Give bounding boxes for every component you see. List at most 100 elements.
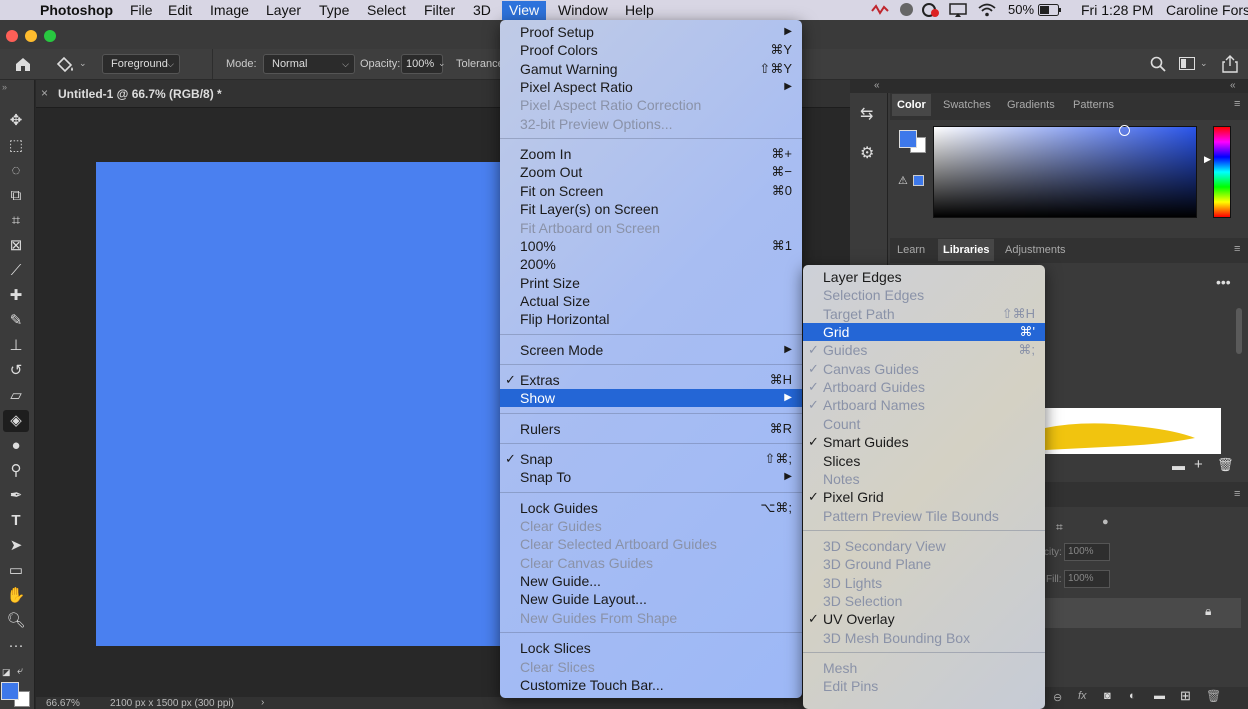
wifi-icon[interactable] — [977, 2, 997, 17]
layer-row-background[interactable] — [1045, 598, 1241, 628]
delete-layer-icon[interactable]: 🗑︎ — [1206, 689, 1221, 703]
layer-lock-icon[interactable]: 🔒︎ — [1205, 604, 1211, 619]
menu-item-screen-mode[interactable]: Screen Mode ▶ — [500, 341, 802, 359]
more-tools-icon[interactable]: ··· — [3, 635, 29, 657]
user-name[interactable]: Caroline Fors — [1166, 1, 1248, 20]
tab-libraries[interactable]: Libraries — [938, 239, 995, 261]
hue-slider-marker-icon[interactable]: ▶ — [1204, 154, 1211, 165]
object-selection-tool-icon[interactable]: ⧉ — [3, 185, 29, 207]
healing-brush-tool-icon[interactable]: ✚ — [3, 285, 29, 307]
menu-file[interactable]: File — [130, 1, 153, 20]
tab-adjustments[interactable]: Adjustments — [1000, 239, 1071, 261]
lasso-tool-icon[interactable]: ◌ — [3, 160, 29, 182]
menu-type[interactable]: Type — [319, 1, 349, 20]
trash-icon[interactable]: 🗑︎ — [1217, 457, 1234, 473]
menu-view[interactable]: View — [502, 1, 547, 20]
history-brush-tool-icon[interactable]: ↺ — [3, 360, 29, 382]
collapse-panels-right-icon[interactable]: « — [1230, 80, 1236, 91]
frame-tool-icon[interactable]: ⊠ — [3, 235, 29, 257]
foreground-color-swatch[interactable] — [1, 682, 19, 700]
globe-icon[interactable] — [899, 2, 914, 17]
menu-help[interactable]: Help — [625, 1, 654, 20]
minimize-window-button[interactable] — [25, 30, 37, 42]
menu-3d[interactable]: 3D — [473, 1, 491, 20]
menu-item-rulers[interactable]: Rulers ⌘R — [500, 420, 802, 438]
menu-filter[interactable]: Filter — [424, 1, 455, 20]
menu-item-slices[interactable]: Slices — [803, 452, 1045, 470]
rectangle-tool-icon[interactable]: ▭ — [3, 560, 29, 582]
dodge-tool-icon[interactable]: ⚲ — [3, 460, 29, 482]
eyedropper-tool-icon[interactable]: ⟋ — [3, 260, 29, 282]
menu-item-proof-colors[interactable]: Proof Colors ⌘Y — [500, 41, 802, 59]
panel-menu-icon[interactable]: ≡ — [1234, 98, 1240, 110]
adjustment-layer-icon[interactable]: ◐ — [1129, 690, 1136, 702]
menu-item-flip-horizontal[interactable]: Flip Horizontal — [500, 310, 802, 328]
airplay-icon[interactable] — [949, 3, 967, 17]
menu-image[interactable]: Image — [210, 1, 249, 20]
menu-item-snap-to[interactable]: Snap To ▶ — [500, 468, 802, 486]
share-icon[interactable] — [1222, 55, 1238, 73]
tab-gradients[interactable]: Gradients — [1002, 94, 1060, 116]
menu-item-print-size[interactable]: Print Size — [500, 274, 802, 292]
folder-icon[interactable]: ▬ — [1172, 458, 1185, 473]
new-group-icon[interactable]: ▬ — [1154, 690, 1165, 702]
menu-item-fit-layer-s-on-screen[interactable]: Fit Layer(s) on Screen — [500, 200, 802, 218]
marquee-tool-icon[interactable]: ⬚ — [3, 135, 29, 157]
add-icon[interactable]: + — [1194, 456, 1203, 473]
lock-all-icon[interactable]: ● — [1102, 516, 1109, 528]
menu-item-actual-size[interactable]: Actual Size — [500, 292, 802, 310]
adobe-sync-icon[interactable] — [871, 3, 889, 17]
menu-item-new-guide-layout[interactable]: New Guide Layout... — [500, 590, 802, 608]
zoom-window-button[interactable] — [44, 30, 56, 42]
swap-colors-icon[interactable]: ⤶ — [17, 665, 23, 678]
layer-fill-input[interactable]: 100% — [1064, 570, 1110, 588]
menu-item-gamut-warning[interactable]: Gamut Warning ⇧⌘Y — [500, 60, 802, 78]
document-canvas[interactable] — [96, 162, 511, 646]
blend-mode-dropdown[interactable]: Normal ⌵ — [263, 54, 355, 74]
tab-learn[interactable]: Learn — [892, 239, 930, 261]
tab-color[interactable]: Color — [892, 94, 931, 116]
close-document-icon[interactable]: × — [41, 86, 48, 100]
menu-select[interactable]: Select — [367, 1, 406, 20]
foreground-color-chip[interactable] — [899, 130, 917, 148]
pen-tool-icon[interactable]: ✒ — [3, 485, 29, 507]
more-options-icon[interactable]: ••• — [1216, 274, 1231, 290]
menu-item-show[interactable]: Show ▶ — [500, 389, 802, 408]
layer-style-icon[interactable]: fx — [1078, 690, 1087, 702]
fill-source-dropdown[interactable]: Foreground ⌵ — [102, 54, 180, 74]
default-colors-icon[interactable]: ◪ — [2, 667, 11, 678]
menu-item-proof-setup[interactable]: Proof Setup ▶ — [500, 23, 802, 41]
creative-cloud-icon[interactable] — [921, 2, 941, 18]
menu-item-pixel-grid[interactable]: ✓ Pixel Grid — [803, 488, 1045, 506]
clock[interactable]: Fri 1:28 PM — [1081, 1, 1153, 20]
menu-photoshop[interactable]: Photoshop — [40, 1, 113, 20]
home-icon[interactable] — [14, 56, 32, 72]
zoom-tool-icon[interactable]: 🔍︎ — [3, 610, 29, 632]
status-menu-chevron-icon[interactable]: › — [261, 697, 264, 708]
gamut-warning-icon[interactable]: ⚠ — [898, 174, 908, 187]
hand-tool-icon[interactable]: ✋ — [3, 585, 29, 607]
tab-patterns[interactable]: Patterns — [1068, 94, 1119, 116]
menu-item-uv-overlay[interactable]: ✓ UV Overlay — [803, 610, 1045, 628]
history-panel-icon[interactable]: ⇆ — [860, 104, 873, 124]
search-icon[interactable] — [1150, 56, 1166, 72]
tool-preset-chevron-down-icon[interactable]: ⌄ — [79, 58, 87, 69]
workspace-chevron-down-icon[interactable]: ⌄ — [1200, 58, 1208, 69]
menu-item-lock-guides[interactable]: Lock Guides ⌥⌘; — [500, 499, 802, 517]
menu-item-new-guide[interactable]: New Guide... — [500, 572, 802, 590]
menu-item-extras[interactable]: ✓ Extras ⌘H — [500, 371, 802, 389]
type-tool-icon[interactable]: T — [3, 510, 29, 532]
workspace-icon[interactable] — [1179, 57, 1195, 71]
menu-item-lock-slices[interactable]: Lock Slices — [500, 639, 802, 657]
properties-panel-icon[interactable]: ⚙ — [860, 143, 874, 163]
panel-menu-icon[interactable]: ≡ — [1234, 488, 1240, 500]
menu-item-pixel-aspect-ratio[interactable]: Pixel Aspect Ratio ▶ — [500, 78, 802, 96]
lock-artboard-icon[interactable]: ⌗ — [1056, 520, 1063, 535]
paint-bucket-icon[interactable] — [54, 55, 76, 73]
menu-layer[interactable]: Layer — [266, 1, 301, 20]
collapse-panels-left-icon[interactable]: « — [874, 80, 880, 91]
document-tab-title[interactable]: Untitled-1 @ 66.7% (RGB/8) * — [58, 87, 222, 101]
new-layer-icon[interactable]: ⊞ — [1180, 688, 1191, 704]
battery-icon[interactable] — [1038, 4, 1062, 16]
menu-item-snap[interactable]: ✓ Snap ⇧⌘; — [500, 450, 802, 468]
